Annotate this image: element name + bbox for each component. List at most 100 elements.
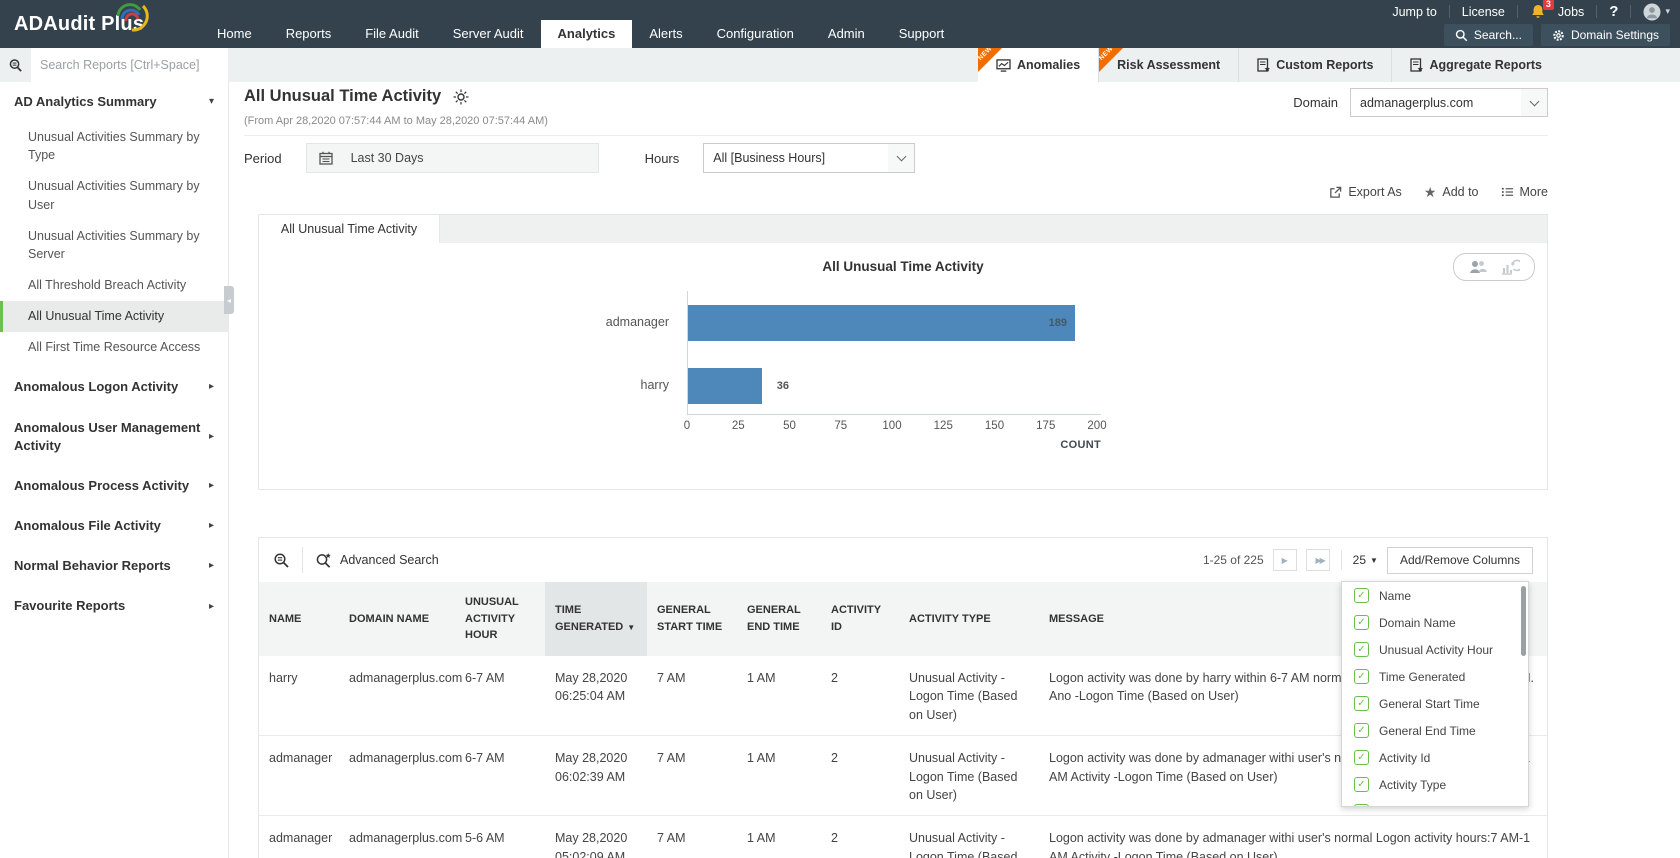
add-to-button[interactable]: ★ Add to (1424, 185, 1479, 199)
column-chooser-item-message[interactable]: Message (1342, 798, 1528, 807)
chart-tabs: All Unusual Time Activity (259, 215, 1547, 243)
page-size-select[interactable]: 25 ▼ (1353, 553, 1378, 567)
col-header-general-end-time[interactable]: GENERAL END TIME (737, 582, 821, 656)
sidebar-item-all-first-time-access[interactable]: All First Time Resource Access (0, 332, 228, 363)
col-header-unusual-activity-hour[interactable]: UNUSUAL ACTIVITY HOUR (455, 582, 545, 656)
domain-select[interactable]: admanagerplus.com (1350, 88, 1548, 117)
column-chooser-item-general-start-time[interactable]: General Start Time (1342, 690, 1528, 717)
domain-settings-button[interactable]: Domain Settings (1541, 24, 1670, 46)
period-picker[interactable]: Last 30 Days (306, 143, 599, 173)
nav-file-audit[interactable]: File Audit (348, 20, 435, 48)
sidebar-section-favourite-reports[interactable]: Favourite Reports ▸ (0, 586, 228, 626)
global-search-button[interactable]: Search... (1444, 24, 1533, 46)
checkbox-checked-icon[interactable] (1354, 642, 1369, 657)
nav-server-audit[interactable]: Server Audit (436, 20, 541, 48)
bar-admanager[interactable]: 189 (688, 305, 1075, 341)
tab-custom-reports[interactable]: Custom Reports (1238, 48, 1391, 82)
help-button[interactable]: ? (1609, 3, 1618, 20)
divider (1596, 5, 1597, 18)
col-header-domain-name[interactable]: DOMAIN NAME (339, 582, 455, 656)
checkbox-checked-icon[interactable] (1354, 696, 1369, 711)
screen: ADAudit Plus Home Reports File Audit Ser… (0, 0, 1680, 858)
nav-home[interactable]: Home (200, 20, 269, 48)
checkbox-checked-icon[interactable] (1354, 669, 1369, 684)
nav-admin[interactable]: Admin (811, 20, 882, 48)
export-as-button[interactable]: Export As (1329, 185, 1402, 199)
tab-aggregate-reports[interactable]: Aggregate Reports (1391, 48, 1560, 82)
section-label: Favourite Reports (14, 597, 125, 615)
table-row[interactable]: admanager admanagerplus.com 5-6 AM May 2… (259, 816, 1547, 858)
section-label: Anomalous Process Activity (14, 477, 189, 495)
checkbox-checked-icon[interactable] (1354, 588, 1369, 603)
sidebar-item-all-unusual-time[interactable]: All Unusual Time Activity (0, 301, 228, 332)
nav-alerts[interactable]: Alerts (632, 20, 699, 48)
insight-bulb-icon[interactable] (453, 89, 469, 105)
sidebar-item-unusual-summary-server[interactable]: Unusual Activities Summary by Server (0, 221, 228, 270)
sidebar-section-anomalous-logon[interactable]: Anomalous Logon Activity ▸ (0, 367, 228, 407)
column-search-icon[interactable] (273, 552, 290, 569)
column-chooser-item-general-end-time[interactable]: General End Time (1342, 717, 1528, 744)
sidebar-item-unusual-summary-user[interactable]: Unusual Activities Summary by User (0, 171, 228, 220)
nav-support[interactable]: Support (882, 20, 962, 48)
checkbox-checked-icon[interactable] (1354, 723, 1369, 738)
nav-analytics[interactable]: Analytics (541, 20, 633, 48)
column-chooser-item-name[interactable]: Name (1342, 582, 1528, 609)
report-search-input[interactable] (31, 58, 228, 72)
tab-anomalies[interactable]: NEW Anomalies (978, 48, 1098, 82)
col-header-name[interactable]: NAME (259, 582, 339, 656)
table-panel: Advanced Search 1-25 of 225 ▶ ▶▶ 25 ▼ Ad… (258, 537, 1548, 858)
domain-value: admanagerplus.com (1351, 96, 1482, 110)
checkbox-checked-icon[interactable] (1354, 750, 1369, 765)
column-chooser-item-activity-id[interactable]: Activity Id (1342, 744, 1528, 771)
column-chooser-item-time-generated[interactable]: Time Generated (1342, 663, 1528, 690)
column-chooser-item-unusual-activity-hour[interactable]: Unusual Activity Hour (1342, 636, 1528, 663)
cell-activity-type: Unusual Activity -Logon Time (Based on U… (899, 656, 1039, 736)
period-label: Period (244, 151, 282, 166)
scrollbar-thumb[interactable] (1521, 586, 1526, 656)
sidebar-section-anomalous-process[interactable]: Anomalous Process Activity ▸ (0, 466, 228, 506)
column-chooser-item-domain-name[interactable]: Domain Name (1342, 609, 1528, 636)
sidebar-section-anomalous-user-mgmt[interactable]: Anomalous User Management Activity ▸ (0, 408, 228, 466)
checkbox-checked-icon[interactable] (1354, 777, 1369, 792)
sidebar-collapse-handle[interactable]: ◂ (224, 286, 234, 314)
topbar-utilities: Jump to License 3 Jobs ? ▾ (1392, 0, 1670, 23)
nav-reports[interactable]: Reports (269, 20, 349, 48)
license-link[interactable]: License (1462, 5, 1505, 19)
add-remove-columns-button[interactable]: Add/Remove Columns (1387, 547, 1533, 574)
next-page-button[interactable]: ▶ (1273, 549, 1297, 571)
advanced-search-button[interactable]: Advanced Search (315, 552, 439, 569)
cell-general-end: 1 AM (737, 816, 821, 858)
column-chooser-item-activity-type[interactable]: Activity Type (1342, 771, 1528, 798)
tab-risk-assessment[interactable]: NEW Risk Assessment (1098, 48, 1238, 82)
more-button[interactable]: More (1501, 185, 1548, 199)
jobs-link[interactable]: Jobs (1558, 5, 1584, 19)
app-logo[interactable]: ADAudit Plus (14, 0, 152, 48)
notifications-button[interactable]: 3 (1530, 3, 1546, 20)
x-tick: 100 (882, 420, 901, 432)
bar-harry[interactable]: 36 (688, 368, 762, 404)
sidebar-section-anomalous-file[interactable]: Anomalous File Activity ▸ (0, 506, 228, 546)
sidebar-item-unusual-summary-type[interactable]: Unusual Activities Summary by Type (0, 122, 228, 171)
nav-configuration[interactable]: Configuration (700, 20, 811, 48)
col-header-activity-type[interactable]: ACTIVITY TYPE (899, 582, 1039, 656)
last-page-button[interactable]: ▶▶ (1306, 549, 1330, 571)
hours-select[interactable]: All [Business Hours] (703, 143, 915, 173)
sidebar-section-ad-analytics-summary[interactable]: AD Analytics Summary ▾ (0, 82, 228, 122)
col-header-activity-id[interactable]: ACTIVITY ID (821, 582, 899, 656)
report-actions: Export As ★ Add to More (1329, 185, 1548, 199)
divider (302, 547, 303, 573)
checkbox-checked-icon[interactable] (1354, 615, 1369, 630)
account-button[interactable]: ▾ (1643, 3, 1670, 21)
search-icon (1455, 29, 1468, 42)
sidebar-item-all-threshold-breach[interactable]: All Threshold Breach Activity (0, 270, 228, 301)
jump-to-link[interactable]: Jump to (1392, 5, 1436, 19)
sidebar-section-normal-behavior[interactable]: Normal Behavior Reports ▸ (0, 546, 228, 586)
search-icon (8, 58, 23, 73)
col-header-general-start-time[interactable]: GENERAL START TIME (647, 582, 737, 656)
chart-tab-all-unusual-time[interactable]: All Unusual Time Activity (259, 215, 440, 243)
col-header-time-generated[interactable]: TIME GENERATED▼ (545, 582, 647, 656)
cell-time-generated: May 28,2020 06:25:04 AM (545, 656, 647, 736)
checkbox-label: Unusual Activity Hour (1379, 643, 1493, 657)
notification-badge: 3 (1543, 0, 1554, 10)
checkbox-checked-icon[interactable] (1354, 804, 1369, 807)
